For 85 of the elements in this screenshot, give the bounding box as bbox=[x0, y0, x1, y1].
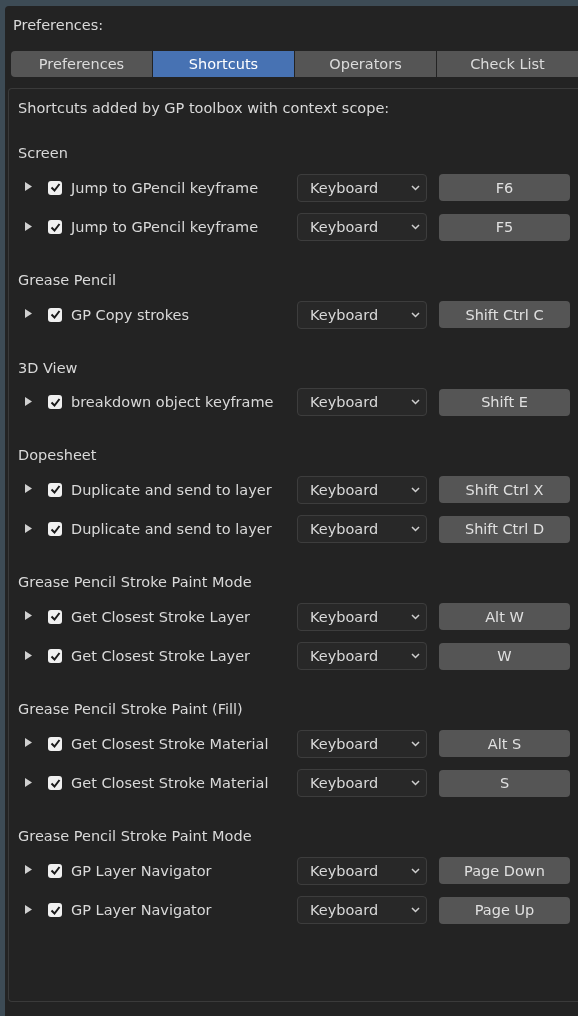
checkbox[interactable] bbox=[48, 395, 62, 410]
input-type-dropdown[interactable]: Keyboard bbox=[297, 173, 427, 202]
shortcut-label: GP Layer Navigator bbox=[71, 862, 213, 879]
input-type-dropdown[interactable]: Keyboard bbox=[297, 856, 427, 885]
triangle-right-icon[interactable] bbox=[24, 650, 33, 660]
checkbox[interactable] bbox=[48, 649, 62, 664]
key-button[interactable]: Page Up bbox=[439, 896, 570, 924]
shortcut-label: Duplicate and send to layer bbox=[71, 481, 273, 498]
checkbox[interactable] bbox=[48, 522, 62, 537]
key-button[interactable]: Shift Ctrl C bbox=[439, 301, 570, 329]
input-type-dropdown[interactable]: Keyboard bbox=[297, 515, 427, 544]
chevron-down-icon bbox=[411, 526, 420, 533]
input-type-dropdown[interactable]: Keyboard bbox=[297, 388, 427, 417]
input-type-dropdown[interactable]: Keyboard bbox=[297, 300, 427, 329]
input-type-dropdown[interactable]: Keyboard bbox=[297, 896, 427, 925]
checkbox[interactable] bbox=[48, 903, 62, 918]
shortcut-label: GP Copy strokes bbox=[71, 306, 191, 323]
key-button[interactable]: F6 bbox=[439, 174, 570, 202]
checkbox[interactable] bbox=[48, 482, 62, 497]
key-button[interactable]: Shift E bbox=[439, 388, 570, 416]
checkbox[interactable] bbox=[48, 609, 62, 624]
triangle-right-icon[interactable] bbox=[24, 777, 33, 787]
shortcut-label: Get Closest Stroke Layer bbox=[71, 608, 252, 625]
triangle-right-icon[interactable] bbox=[24, 738, 33, 748]
chevron-down-icon bbox=[411, 907, 420, 914]
key-button[interactable]: Shift Ctrl D bbox=[439, 515, 570, 543]
group-name: Grease Pencil Stroke Paint (Fill) bbox=[18, 701, 243, 717]
chevron-down-icon bbox=[411, 224, 420, 231]
triangle-right-icon[interactable] bbox=[24, 523, 33, 533]
tab[interactable]: Check List bbox=[437, 51, 578, 77]
chevron-down-icon bbox=[411, 740, 420, 747]
triangle-right-icon[interactable] bbox=[24, 484, 33, 494]
key-button[interactable]: Shift Ctrl X bbox=[439, 476, 570, 504]
checkbox[interactable] bbox=[48, 220, 62, 235]
shortcut-label: Duplicate and send to layer bbox=[71, 521, 273, 538]
checkbox[interactable] bbox=[48, 307, 62, 322]
panel-title: Preferences: bbox=[13, 17, 104, 33]
chevron-down-icon bbox=[411, 486, 420, 493]
triangle-right-icon[interactable] bbox=[24, 309, 33, 319]
shortcut-label: GP Layer Navigator bbox=[71, 902, 213, 919]
triangle-right-icon[interactable] bbox=[24, 904, 33, 914]
input-type-dropdown[interactable]: Keyboard bbox=[297, 642, 427, 671]
triangle-right-icon[interactable] bbox=[24, 396, 33, 406]
shortcut-label: Get Closest Stroke Material bbox=[71, 775, 270, 792]
input-type-dropdown[interactable]: Keyboard bbox=[297, 602, 427, 631]
triangle-right-icon[interactable] bbox=[24, 182, 33, 192]
chevron-down-icon bbox=[411, 867, 420, 874]
input-type-dropdown[interactable]: Keyboard bbox=[297, 475, 427, 504]
tab[interactable]: Shortcuts bbox=[153, 51, 294, 77]
checkbox[interactable] bbox=[48, 180, 62, 195]
chevron-down-icon bbox=[411, 311, 420, 318]
key-button[interactable]: S bbox=[439, 769, 570, 797]
shortcut-label: Jump to GPencil keyframe bbox=[71, 219, 260, 236]
chevron-down-icon bbox=[411, 184, 420, 191]
triangle-right-icon[interactable] bbox=[24, 611, 33, 621]
chevron-down-icon bbox=[411, 780, 420, 787]
group-name: Dopesheet bbox=[18, 447, 97, 463]
key-button[interactable]: F5 bbox=[439, 213, 570, 241]
tab[interactable]: Operators bbox=[295, 51, 436, 77]
chevron-down-icon bbox=[411, 653, 420, 660]
checkbox[interactable] bbox=[48, 863, 62, 878]
group-name: Grease Pencil Stroke Paint Mode bbox=[18, 574, 252, 590]
group-name: Grease Pencil bbox=[18, 272, 117, 288]
shortcut-label: Get Closest Stroke Layer bbox=[71, 648, 252, 665]
shortcut-label: Get Closest Stroke Material bbox=[71, 735, 270, 752]
key-button[interactable]: Alt S bbox=[439, 730, 570, 758]
chevron-down-icon bbox=[411, 613, 420, 620]
key-button[interactable]: Alt W bbox=[439, 603, 570, 631]
group-name: Screen bbox=[18, 145, 68, 161]
group-name: Grease Pencil Stroke Paint Mode bbox=[18, 828, 252, 844]
checkbox[interactable] bbox=[48, 736, 62, 751]
input-type-dropdown[interactable]: Keyboard bbox=[297, 213, 427, 242]
triangle-right-icon[interactable] bbox=[24, 221, 33, 231]
group-name: 3D View bbox=[18, 359, 78, 376]
input-type-dropdown[interactable]: Keyboard bbox=[297, 729, 427, 758]
key-button[interactable]: W bbox=[439, 642, 570, 670]
checkbox[interactable] bbox=[48, 776, 62, 791]
shortcut-label: Jump to GPencil keyframe bbox=[71, 179, 260, 196]
shortcut-label: breakdown object keyframe bbox=[71, 394, 275, 411]
chevron-down-icon bbox=[411, 399, 420, 406]
key-button[interactable]: Page Down bbox=[439, 857, 570, 885]
input-type-dropdown[interactable]: Keyboard bbox=[297, 769, 427, 798]
triangle-right-icon[interactable] bbox=[24, 865, 33, 875]
tab[interactable]: Preferences bbox=[11, 51, 152, 77]
section-heading: Shortcuts added by GP toolbox with context scope: bbox=[18, 100, 390, 116]
